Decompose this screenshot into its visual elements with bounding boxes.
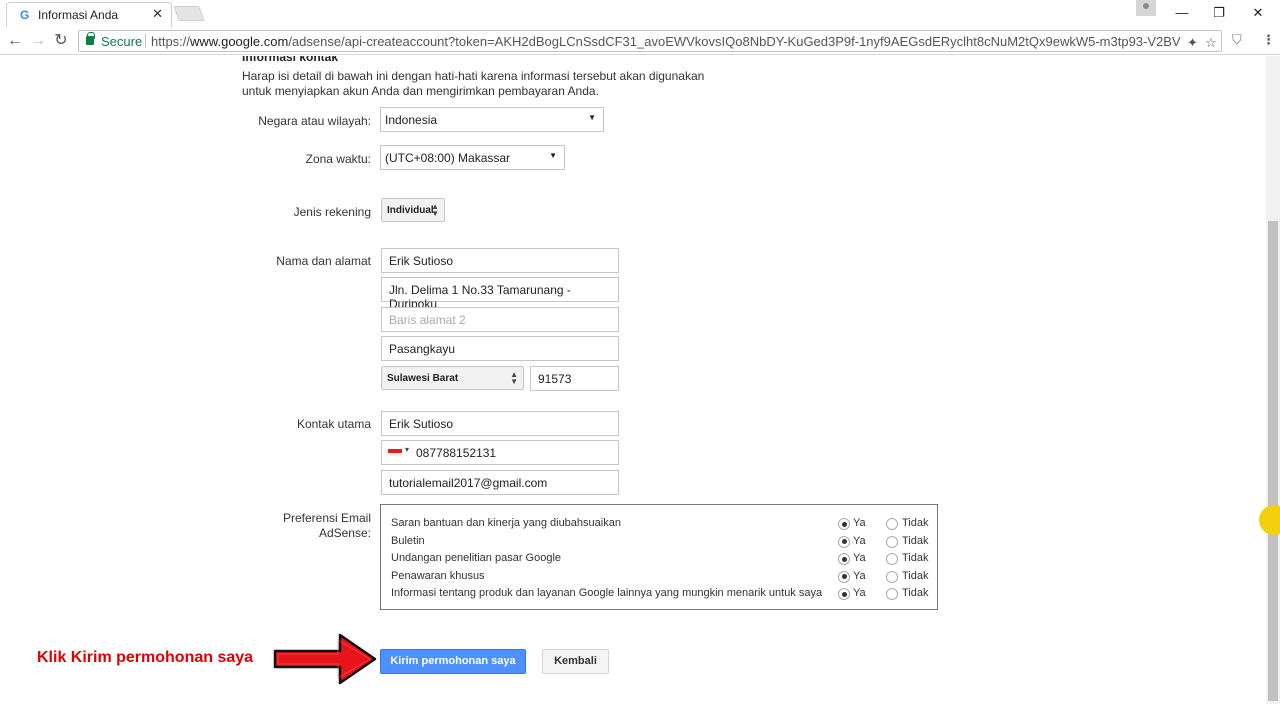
account-type-value: Individual xyxy=(387,205,434,216)
preference-label: Buletin xyxy=(391,534,425,547)
province-select[interactable]: Sulawesi Barat ▲ ▼ xyxy=(381,366,524,390)
radio-no[interactable] xyxy=(886,535,898,548)
dropdown-arrow-icon: ▼ xyxy=(549,151,557,160)
radio-yes[interactable] xyxy=(838,518,850,530)
tab-close-icon[interactable]: ✕ xyxy=(152,6,163,22)
url-path: /adsense/api-createaccount?token=AKH2dBo… xyxy=(288,34,1181,49)
browser-tab[interactable]: G Informasi Anda ✕ xyxy=(6,2,172,27)
timezone-label: Zona waktu: xyxy=(305,152,371,166)
annotation-arrow-icon xyxy=(273,633,377,685)
address-bar[interactable]: Secure https://www.google.com/adsense/ap… xyxy=(78,30,1222,52)
preference-label: Saran bantuan dan kinerja yang diubahsua… xyxy=(391,517,621,529)
extension-puzzle-icon[interactable]: ✦ xyxy=(1187,35,1198,51)
country-value: Indonesia xyxy=(385,113,438,127)
back-button[interactable]: Kembali xyxy=(542,649,609,674)
radio-no-label: Tidak xyxy=(902,534,929,547)
intro-text: Harap isi detail di bawah ini dengan hat… xyxy=(242,69,705,98)
url-text[interactable]: https://www.google.com/adsense/api-creat… xyxy=(151,34,1181,49)
preference-row: Undangan penelitian pasar Google Ya Tidak xyxy=(391,550,937,567)
browser-toolbar: ← → ↻ Secure https://www.google.com/adse… xyxy=(0,27,1280,55)
preference-row: Informasi tentang produk dan layanan Goo… xyxy=(391,585,937,602)
radio-no[interactable] xyxy=(886,570,898,583)
indonesia-flag-icon[interactable] xyxy=(388,449,402,456)
email-input[interactable]: tutorialemail2017@gmail.com xyxy=(381,470,619,495)
phone-value: 087788152131 xyxy=(416,446,497,460)
scrollbar-thumb[interactable] xyxy=(1268,221,1278,701)
new-tab-button[interactable] xyxy=(173,6,205,21)
radio-yes-label: Ya xyxy=(853,534,866,547)
preference-row: Penawaran khusus Ya Tidak xyxy=(391,568,937,585)
chevron-down-icon: ▾ xyxy=(405,445,410,454)
email-pref-label-line2: AdSense: xyxy=(318,526,371,540)
restore-button[interactable]: ❐ xyxy=(1199,2,1239,24)
name-input[interactable]: Erik Sutioso xyxy=(381,248,619,273)
menu-icon[interactable]: ⋮ xyxy=(1262,32,1275,48)
radio-yes-label: Ya xyxy=(853,587,866,600)
country-label: Negara atau wilayah: xyxy=(258,114,371,128)
reload-icon[interactable]: ↻ xyxy=(51,31,71,51)
address-line2-input[interactable]: Baris alamat 2 xyxy=(381,307,619,332)
radio-yes[interactable] xyxy=(838,535,850,548)
preference-row: Saran bantuan dan kinerja yang diubahsua… xyxy=(391,515,937,532)
email-preferences-box: Saran bantuan dan kinerja yang diubahsua… xyxy=(380,504,938,610)
timezone-select[interactable]: (UTC+08:00) Makassar ▼ xyxy=(380,145,565,170)
postal-code-input[interactable]: 91573 xyxy=(530,366,619,391)
radio-no[interactable] xyxy=(886,553,898,566)
google-favicon-icon: G xyxy=(20,8,30,22)
radio-no-label: Tidak xyxy=(902,552,929,565)
name-address-label: Nama dan alamat xyxy=(276,254,371,268)
page-content: Informasi kontak Harap isi detail di baw… xyxy=(0,56,1266,704)
country-select[interactable]: Indonesia ▼ xyxy=(380,107,604,132)
preference-label: Penawaran khusus xyxy=(391,569,485,582)
preference-row: Buletin Ya Tidak xyxy=(391,533,937,550)
account-type-label: Jenis rekening xyxy=(293,205,371,219)
radio-no-label: Tidak xyxy=(902,517,929,529)
secure-label: Secure xyxy=(101,34,143,49)
city-input[interactable]: Pasangkayu xyxy=(381,336,619,361)
lock-icon xyxy=(86,32,95,45)
province-value: Sulawesi Barat xyxy=(387,373,459,384)
annotation-text: Klik Kirim permohonan saya xyxy=(37,649,254,666)
back-icon[interactable]: ← xyxy=(5,31,25,51)
email-pref-label-line1: Preferensi Email xyxy=(282,511,371,525)
radio-yes[interactable] xyxy=(838,570,850,583)
radio-yes[interactable] xyxy=(838,588,850,601)
star-icon[interactable]: ☆ xyxy=(1205,35,1217,51)
preference-label: Informasi tentang produk dan layanan Goo… xyxy=(391,587,823,600)
forward-icon[interactable]: → xyxy=(28,31,48,51)
phone-input[interactable]: ▾ 087788152131 xyxy=(381,440,619,465)
radio-yes[interactable] xyxy=(838,553,850,566)
radio-no-label: Tidak xyxy=(902,587,929,600)
radio-yes-label: Ya xyxy=(853,517,866,529)
url-host: www.google.com xyxy=(190,34,289,49)
address-line1-input[interactable]: Jln. Delima 1 No.33 Tamarunang - Duripok… xyxy=(381,277,619,311)
radio-no-label: Tidak xyxy=(902,569,929,582)
tab-title: Informasi Anda xyxy=(38,8,119,22)
url-scheme: https:// xyxy=(151,34,191,49)
preference-label: Undangan penelitian pasar Google xyxy=(391,552,562,565)
radio-no[interactable] xyxy=(886,518,898,530)
contact-name-input[interactable]: Erik Sutioso xyxy=(381,411,619,436)
close-window-button[interactable]: ✕ xyxy=(1238,2,1278,24)
primary-contact-label: Kontak utama xyxy=(296,417,371,431)
scrollbar[interactable] xyxy=(1266,56,1280,704)
dropdown-arrow-icon: ▼ xyxy=(588,113,596,122)
radio-no[interactable] xyxy=(886,588,898,601)
browser-tabstrip: G Informasi Anda ✕ — ❐ ✕ xyxy=(0,0,1280,27)
divider xyxy=(145,34,146,48)
radio-yes-label: Ya xyxy=(853,569,866,582)
minimize-button[interactable]: — xyxy=(1162,2,1202,24)
account-type-select[interactable]: Individual ▲ ▼ xyxy=(381,198,445,222)
updown-arrow-icon: ▲ ▼ xyxy=(431,202,439,218)
updown-arrow-icon: ▲ ▼ xyxy=(510,370,518,386)
submit-application-button[interactable]: Kirim permohonan saya xyxy=(380,649,526,674)
timezone-value: (UTC+08:00) Makassar xyxy=(385,151,511,165)
shield-extension-icon[interactable]: ⛉ xyxy=(1232,32,1242,48)
section-heading: Informasi kontak xyxy=(242,56,339,64)
email-pref-label: Preferensi Email AdSense: xyxy=(230,511,371,541)
radio-yes-label: Ya xyxy=(853,552,866,565)
profile-icon[interactable] xyxy=(1136,0,1156,16)
